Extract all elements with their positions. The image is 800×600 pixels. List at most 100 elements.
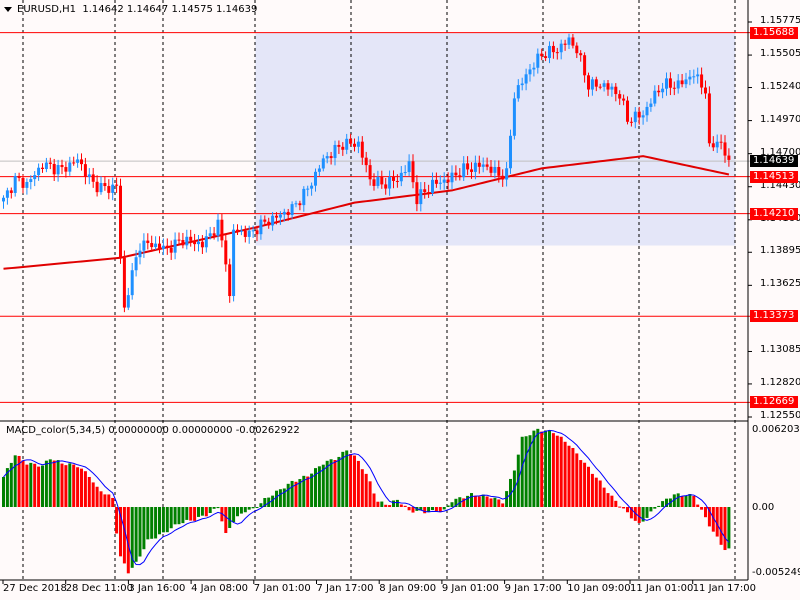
level-label: 1.13373: [750, 310, 798, 323]
candle-body: [290, 204, 294, 216]
macd-histogram-bar: [470, 493, 473, 507]
time-tick-label: 7 Jan 01:00: [253, 583, 311, 594]
macd-histogram-bar: [103, 494, 107, 507]
macd-histogram-bar: [551, 433, 555, 507]
price-tick-label: 1.12550: [760, 409, 800, 421]
macd-histogram-bar: [333, 459, 337, 507]
candle-body: [610, 86, 614, 90]
candle-body: [111, 184, 115, 193]
candle-body: [251, 230, 255, 232]
macd-histogram-bar: [388, 505, 392, 507]
current-price-label: 1.14639: [750, 155, 798, 168]
macd-histogram-bar: [590, 473, 594, 507]
macd-histogram-bar: [548, 430, 551, 507]
macd-histogram-bar: [384, 504, 388, 507]
candle-body: [594, 79, 598, 87]
candle-body: [158, 243, 161, 250]
macd-histogram-bar: [345, 450, 349, 507]
price-tick-label: 1.12820: [760, 376, 800, 388]
macd-histogram-bar: [321, 464, 325, 507]
macd-histogram-bar: [657, 505, 661, 507]
candle-body: [450, 172, 454, 183]
macd-histogram-bar: [614, 500, 618, 507]
candle-body: [255, 230, 259, 235]
candle-body: [286, 211, 290, 216]
macd-histogram-bar: [540, 431, 544, 507]
candle-body: [493, 166, 497, 173]
macd-histogram-bar: [21, 460, 25, 507]
candle-body: [325, 156, 329, 159]
chart-canvas[interactable]: [0, 0, 800, 600]
candle-body: [520, 83, 524, 86]
macd-axis-bottom: -0.005249: [752, 567, 800, 578]
macd-histogram-bar: [403, 505, 407, 507]
candle-body: [485, 164, 489, 167]
macd-histogram-bar: [501, 503, 505, 507]
macd-histogram-bar: [376, 501, 380, 507]
time-tick-label: 11 Jan 17:00: [692, 583, 757, 594]
macd-histogram-bar: [310, 473, 314, 507]
candle-body: [563, 43, 567, 45]
candle-body: [64, 167, 68, 172]
macd-histogram-bar: [83, 471, 87, 507]
candle-body: [87, 174, 91, 178]
macd-histogram-bar: [368, 481, 372, 507]
macd-histogram-bar: [431, 507, 434, 511]
candle-body: [676, 80, 680, 89]
candle-body: [567, 37, 571, 45]
macd-histogram-bar: [423, 507, 427, 514]
candle-body: [2, 197, 5, 202]
time-tick-label: 11 Jan 01:00: [630, 583, 694, 594]
candle-body: [247, 230, 251, 237]
macd-histogram-bar: [489, 498, 493, 507]
candle-body: [134, 257, 138, 271]
macd-histogram-bar: [555, 435, 559, 507]
candle-body: [489, 166, 493, 173]
macd-histogram-bar: [637, 507, 641, 524]
candle-body: [692, 76, 696, 78]
candle-body: [48, 162, 52, 164]
macd-histogram-bar: [532, 430, 536, 507]
macd-name: MACD_color(5,34,5): [6, 425, 106, 436]
candle: [512, 92, 516, 140]
candle-body: [629, 121, 633, 123]
candle-body: [146, 240, 150, 244]
candle-body: [263, 219, 267, 222]
macd-histogram-bar: [571, 447, 575, 507]
candle-body: [516, 85, 520, 99]
candle-body: [649, 103, 653, 107]
macd-histogram-bar: [485, 496, 489, 507]
candle-body: [423, 189, 427, 193]
macd-histogram-bar: [41, 465, 44, 507]
macd-histogram-bar: [649, 507, 653, 512]
time-tick-label: 9 Jan 01:00: [441, 583, 499, 594]
candle-body: [275, 215, 278, 218]
collapse-triangle-icon[interactable]: [4, 6, 12, 12]
macd-histogram-bar: [134, 507, 138, 562]
macd-histogram-bar: [255, 507, 259, 508]
candle-body: [130, 270, 134, 296]
macd-histogram-bar: [704, 507, 707, 518]
macd-histogram-bar: [33, 463, 37, 507]
macd-histogram-bar: [177, 507, 181, 525]
macd-histogram-bar: [173, 507, 177, 525]
macd-histogram-bar: [337, 456, 341, 507]
macd-histogram-bar: [559, 436, 563, 507]
candle-body: [200, 241, 204, 248]
macd-histogram-bar: [185, 507, 189, 520]
macd-histogram-bar: [87, 476, 91, 507]
macd-histogram-bar: [91, 482, 95, 507]
candle-body: [169, 247, 173, 253]
candle-body: [154, 243, 158, 248]
macd-histogram-bar: [567, 445, 571, 507]
candle-body: [637, 111, 641, 118]
candle-body: [349, 138, 353, 144]
candle-body: [614, 86, 618, 95]
candle-body: [41, 167, 44, 169]
candle-body: [150, 243, 154, 248]
candle-body: [177, 239, 181, 241]
candle-body: [236, 229, 239, 232]
macd-histogram-bar: [356, 460, 360, 507]
candle-body: [193, 240, 197, 245]
candle-body: [56, 165, 60, 175]
